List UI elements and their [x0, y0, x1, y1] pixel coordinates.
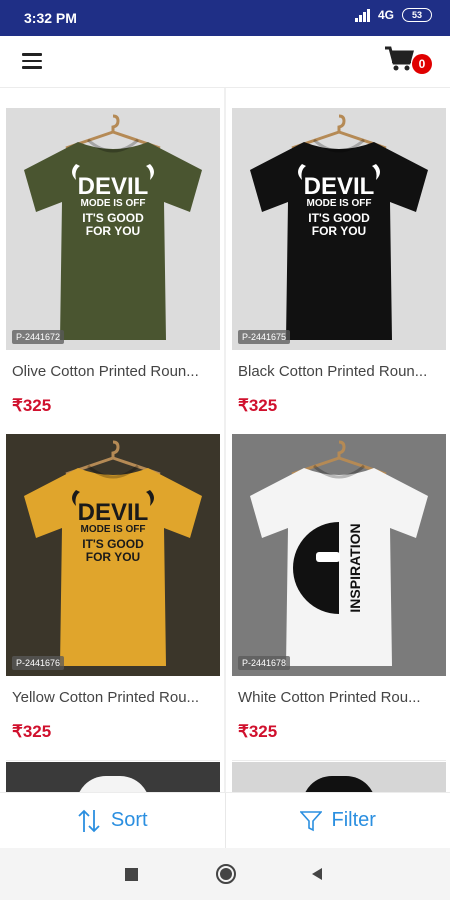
product-code: P-2441676 [12, 656, 65, 670]
sort-label: Sort [110, 809, 148, 831]
sort-icon [78, 809, 100, 832]
shirt-print-text: MODE IS OFF [307, 198, 372, 209]
product-image-partial[interactable] [6, 762, 220, 792]
product-price: ₹325 [12, 396, 52, 415]
shirt-print-text: INSPIRATION [347, 523, 363, 612]
menu-icon[interactable] [22, 53, 42, 69]
shirt-print-text: DEVIL [78, 499, 149, 526]
status-icons: 4G 53 [354, 8, 432, 22]
shirt-print-text: FOR YOU [312, 224, 366, 238]
product-image[interactable]: DEVIL MODE IS OFF IT'S GOOD FOR YOU P-244167… [6, 108, 220, 350]
product-image[interactable]: INSPIRATION P-2441678 [232, 434, 446, 676]
shirt-print-text: DEVIL [304, 173, 375, 200]
product-code: P-2441678 [238, 656, 291, 670]
product-grid: DEVIL MODE IS OFF IT'S GOOD FOR YOU P-244167… [0, 88, 450, 792]
grid-divider [224, 88, 226, 792]
product-name: White Cotton Printed Rou... [238, 689, 421, 706]
product-image-partial[interactable] [232, 762, 446, 792]
card-divider [6, 760, 220, 761]
product-price: ₹325 [12, 722, 52, 741]
signal-icon [354, 8, 370, 22]
back-icon[interactable] [310, 867, 324, 881]
shirt-print-text: MODE IS OFF [81, 198, 146, 209]
shirt-print-text: IT'S GOOD [308, 211, 370, 225]
shirt-print-text: MODE IS OFF [81, 524, 146, 535]
status-time: 3:32 PM [24, 10, 77, 26]
product-code: P-2441672 [12, 330, 65, 344]
product-name: Olive Cotton Printed Roun... [12, 363, 199, 380]
battery-level: 53 [411, 10, 422, 20]
filter-label: Filter [331, 809, 376, 831]
sort-filter-bar: Sort Filter [0, 792, 450, 848]
tshirt-illustration: DEVILMODE IS OFF IT'S GOODFOR YOU [24, 440, 202, 666]
shirt-print-text: FOR YOU [86, 550, 140, 564]
product-image[interactable]: DEVIL MODE IS OFF IT'S GOOD FOR YOU P-244167… [6, 434, 220, 676]
product-image[interactable]: DEVIL MODE IS OFF IT'S GOOD FOR YOU P-244167… [232, 108, 446, 350]
product-code: P-2441675 [238, 330, 291, 344]
tshirt-illustration: INSPIRATION [250, 440, 428, 666]
cart-count-badge: 0 [412, 54, 432, 74]
product-price: ₹325 [238, 396, 278, 415]
filter-icon [299, 810, 322, 831]
shirt-print-text: IT'S GOOD [82, 537, 144, 551]
recents-icon[interactable] [125, 868, 138, 881]
cart-icon[interactable] [384, 46, 414, 72]
battery-icon: 53 [402, 8, 432, 22]
card-divider [232, 760, 446, 761]
shirt-print-text: FOR YOU [86, 224, 140, 238]
product-price: ₹325 [238, 722, 278, 741]
app-bar: 0 [0, 36, 450, 88]
product-name: Black Cotton Printed Roun... [238, 363, 428, 380]
filter-button[interactable]: Filter [226, 793, 450, 848]
tshirt-illustration: DEVILMODE IS OFF IT'S GOODFOR YOU [250, 114, 428, 340]
network-label: 4G [377, 8, 394, 22]
shirt-print-text: DEVIL [78, 173, 149, 200]
home-icon[interactable] [216, 864, 236, 884]
shirt-print-text: IT'S GOOD [82, 211, 144, 225]
product-name: Yellow Cotton Printed Rou... [12, 689, 200, 706]
status-bar: 3:32 PM 4G 53 [0, 0, 450, 36]
system-nav-bar [0, 848, 450, 900]
sort-button[interactable]: Sort [0, 793, 225, 848]
tshirt-illustration: DEVILMODE IS OFF IT'S GOODFOR YOU [24, 114, 202, 340]
